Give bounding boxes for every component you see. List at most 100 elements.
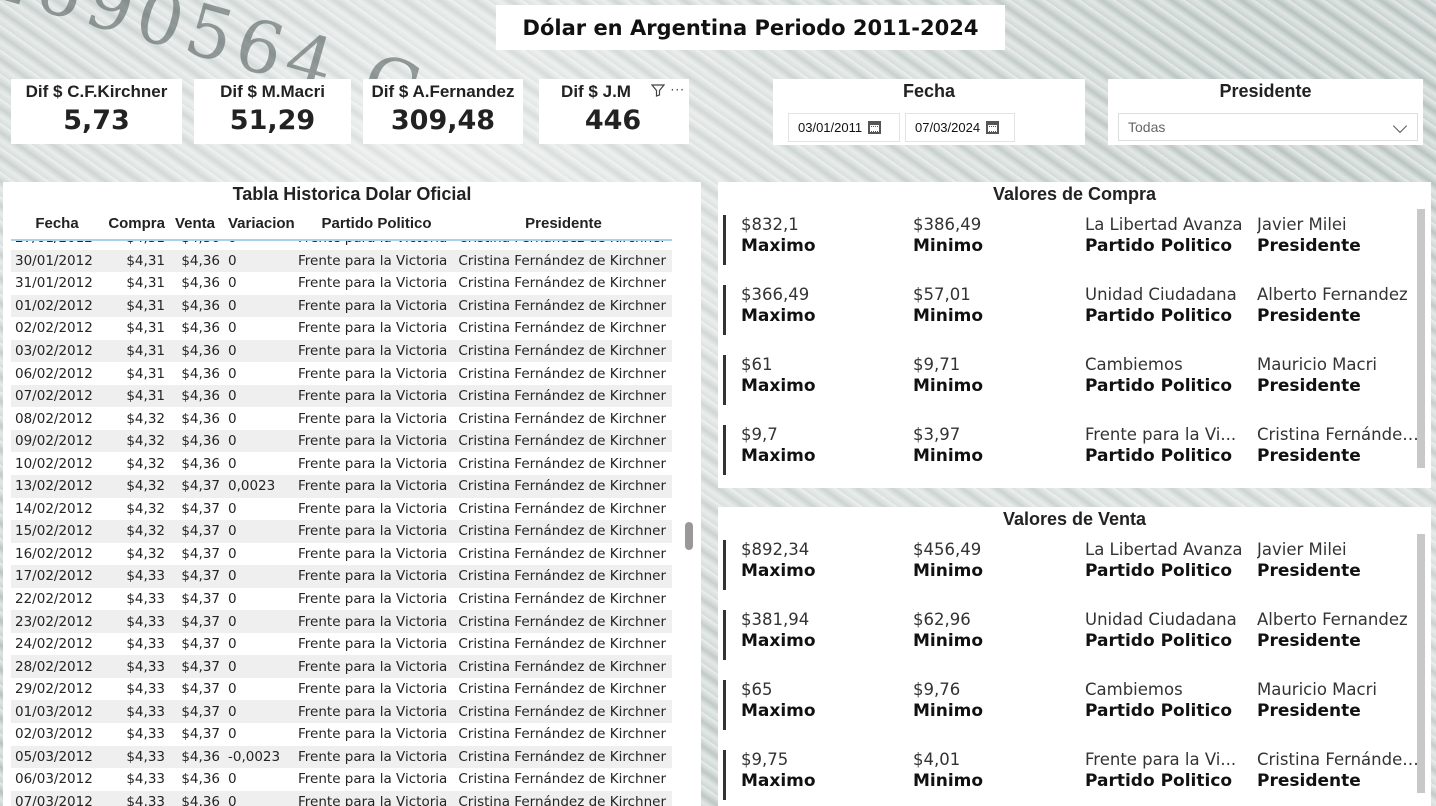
kpi-card-kirchner[interactable]: Dif $ C.F.Kirchner 5,73 bbox=[11, 79, 182, 144]
min-value: $4,01 bbox=[913, 750, 961, 769]
cell-fecha: 23/02/2012 bbox=[15, 613, 93, 630]
compra-cell-partido: La Libertad Avanza Partido Politico bbox=[1085, 215, 1255, 256]
min-value: $62,96 bbox=[913, 610, 971, 629]
calendar-icon[interactable] bbox=[868, 121, 882, 134]
table-row[interactable]: 06/02/2012 $4,31 $4,36 0 Frente para la Vict… bbox=[11, 362, 672, 385]
compra-row: $9,7 Maximo $3,97 Minimo Frente para la Vi..… bbox=[723, 425, 1427, 475]
table-row[interactable]: 17/02/2012 $4,33 $4,37 0 Frente para la Vict… bbox=[11, 565, 672, 588]
table-row[interactable]: 10/02/2012 $4,32 $4,36 0 Frente para la Vict… bbox=[11, 452, 672, 475]
column-header-compra[interactable]: Compra bbox=[103, 208, 170, 239]
calendar-icon[interactable] bbox=[986, 121, 1000, 134]
presidente-label: Presidente bbox=[1257, 561, 1361, 581]
kpi-value: 309,48 bbox=[390, 105, 496, 136]
table-row[interactable]: 29/02/2012 $4,33 $4,37 0 Frente para la Vict… bbox=[11, 678, 672, 701]
venta-scrollbar[interactable] bbox=[1417, 534, 1425, 793]
column-header-variacion[interactable]: Variacion bbox=[224, 208, 298, 239]
cell-fecha: 15/02/2012 bbox=[15, 523, 93, 540]
table-row[interactable]: 27/01/2012$4,31$4,360Frente para la Vict… bbox=[11, 241, 672, 250]
table-body[interactable]: 27/01/2012 $4,31 $4,36 0 Frente para la Vict… bbox=[11, 241, 672, 806]
table-row[interactable]: 13/02/2012 $4,32 $4,37 0,0023 Frente para la… bbox=[11, 475, 672, 498]
compra-scrollbar[interactable] bbox=[1417, 209, 1425, 468]
table-row[interactable]: 24/02/2012 $4,33 $4,37 0 Frente para la Vict… bbox=[11, 633, 672, 656]
table-scrollbar[interactable] bbox=[685, 522, 693, 550]
start-date-input[interactable]: 03/01/2011 bbox=[788, 113, 900, 142]
table-row[interactable]: 23/02/2012 $4,33 $4,37 0 Frente para la Vict… bbox=[11, 610, 672, 633]
cell-presidente: Cristina Fernández de Kirchner bbox=[458, 681, 666, 698]
table-row[interactable]: 01/02/2012 $4,31 $4,36 0 Frente para la Vict… bbox=[11, 294, 672, 318]
cell-partido: Frente para la Victoria bbox=[298, 388, 448, 405]
venta-cell-min: $4,01 Minimo bbox=[913, 750, 1083, 791]
table-row[interactable]: 15/02/2012 $4,32 $4,37 0 Frente para la Vict… bbox=[11, 520, 672, 543]
cell-fecha: 03/02/2012 bbox=[15, 343, 93, 359]
cell-venta: $4,36 bbox=[181, 793, 220, 806]
presidente-dropdown[interactable]: Todas bbox=[1118, 113, 1418, 141]
cell-partido: Frente para la Victoria bbox=[298, 703, 448, 720]
cell-variacion: 0 bbox=[228, 568, 237, 585]
table-row[interactable]: 30/01/2012 $4,31 $4,36 0 Frente para la Vict… bbox=[11, 249, 672, 273]
venta-cell-partido: Frente para la Vi... Partido Politico bbox=[1085, 750, 1255, 791]
presidente-value: Cristina Fernández ... bbox=[1257, 425, 1427, 444]
partido-value: La Libertad Avanza bbox=[1085, 540, 1243, 559]
cell-compra: $4,31 bbox=[126, 388, 165, 405]
cell-presidente: Cristina Fernández de Kirchner bbox=[458, 297, 666, 314]
compra-cell-min: $386,49 Minimo bbox=[913, 215, 1083, 256]
table-row[interactable]: 05/03/2012 $4,33 $4,36 -0,0023 Frente para l… bbox=[11, 745, 672, 769]
table-row[interactable]: 28/02/2012 $4,33 $4,37 0 Frente para la Vict… bbox=[11, 655, 672, 678]
venta-cell-presidente: Alberto Fernandez Presidente bbox=[1257, 610, 1427, 651]
table-row[interactable]: 07/02/2012 $4,31 $4,36 0 Frente para la Vict… bbox=[11, 384, 672, 408]
table-row[interactable]: 03/02/2012 $4,31 $4,36 0 Frente para la Vict… bbox=[11, 339, 672, 363]
cell-presidente: Cristina Fernández de Kirchner bbox=[458, 726, 666, 743]
venta-cell-min: $456,49 Minimo bbox=[913, 540, 1083, 581]
cell-fecha: 10/02/2012 bbox=[15, 455, 93, 472]
compra-row: $61 Maximo $9,71 Minimo Cambiemos Partido Pol… bbox=[723, 355, 1413, 405]
table-row[interactable]: 31/01/2012 $4,31 $4,36 0 Frente para la Vict… bbox=[11, 272, 672, 295]
table-row[interactable]: 06/03/2012 $4,33 $4,36 0 Frente para la Vict… bbox=[11, 768, 672, 791]
table-row[interactable]: 09/02/2012 $4,32 $4,36 0 Frente para la Vict… bbox=[11, 429, 672, 453]
end-date-input[interactable]: 07/03/2024 bbox=[905, 113, 1015, 142]
more-options-icon[interactable]: ··· bbox=[671, 83, 685, 100]
cell-venta: $4,36 bbox=[181, 343, 220, 359]
cell-partido: Frente para la Victoria bbox=[298, 793, 448, 806]
cell-variacion: 0 bbox=[228, 545, 237, 562]
compra-cell-max: $366,49 Maximo bbox=[741, 285, 911, 326]
cell-compra: $4,33 bbox=[126, 658, 165, 675]
cell-compra: $4,32 bbox=[126, 433, 165, 450]
column-header-venta[interactable]: Venta bbox=[170, 208, 224, 239]
cell-venta: $4,37 bbox=[181, 636, 220, 653]
cell-fecha: 02/03/2012 bbox=[15, 726, 93, 743]
chevron-down-icon[interactable] bbox=[1392, 118, 1408, 134]
cell-variacion: 0 bbox=[228, 681, 237, 698]
column-header-partido[interactable]: Partido Politico bbox=[298, 208, 455, 239]
min-value: $3,97 bbox=[913, 425, 961, 444]
max-value: $892,34 bbox=[741, 540, 810, 559]
table-row[interactable]: 08/02/2012 $4,32 $4,36 0 Frente para la Vict… bbox=[11, 407, 672, 430]
cell-venta: $4,37 bbox=[181, 591, 220, 608]
partido-value: Frente para la Vi... bbox=[1085, 425, 1237, 444]
table-row[interactable]: 02/02/2012 $4,31 $4,36 0 Frente para la Vict… bbox=[11, 317, 672, 340]
filter-icon[interactable] bbox=[650, 83, 665, 100]
partido-value: Cambiemos bbox=[1085, 355, 1183, 374]
table-row[interactable]: 07/03/2012 $4,33 $4,36 0 Frente para la Vict… bbox=[11, 790, 672, 806]
table-row[interactable]: 16/02/2012 $4,32 $4,37 0 Frente para la Vict… bbox=[11, 543, 672, 566]
kpi-card-macri[interactable]: Dif $ M.Macri 51,29 bbox=[194, 79, 351, 144]
table-row[interactable]: 01/03/2012 $4,33 $4,37 0 Frente para la Vict… bbox=[11, 700, 672, 724]
cell-compra: $4,32 bbox=[126, 455, 165, 472]
cell-partido: Frente para la Victoria bbox=[298, 500, 448, 517]
cell-fecha: 29/02/2012 bbox=[15, 681, 93, 698]
cell-fecha: 24/02/2012 bbox=[15, 636, 93, 653]
cell-variacion: 0 bbox=[228, 591, 237, 608]
kpi-card-fernandez[interactable]: Dif $ A.Fernandez 309,48 bbox=[363, 79, 523, 144]
compra-cell-min: $3,97 Minimo bbox=[913, 425, 1083, 466]
cell-partido: Frente para la Victoria bbox=[298, 433, 448, 450]
column-header-fecha[interactable]: Fecha bbox=[11, 208, 103, 239]
table-row[interactable]: 22/02/2012 $4,33 $4,37 0 Frente para la Vict… bbox=[11, 588, 672, 611]
kpi-card-milei[interactable]: Dif $ J.M 446 ··· bbox=[539, 79, 689, 144]
cell-variacion: 0 bbox=[224, 241, 298, 246]
cell-fecha: 27/01/2012 bbox=[11, 241, 103, 246]
cell-compra: $4,32 bbox=[126, 523, 165, 540]
venta-row: $65 Maximo $9,76 Minimo Cambiemos Partido Pol… bbox=[723, 680, 1413, 730]
column-header-presidente[interactable]: Presidente bbox=[455, 208, 672, 239]
table-row[interactable]: 14/02/2012 $4,32 $4,37 0 Frente para la Vict… bbox=[11, 498, 672, 521]
table-row[interactable]: 02/03/2012 $4,33 $4,37 0 Frente para la Vict… bbox=[11, 723, 672, 746]
cell-venta: $4,37 bbox=[181, 613, 220, 630]
